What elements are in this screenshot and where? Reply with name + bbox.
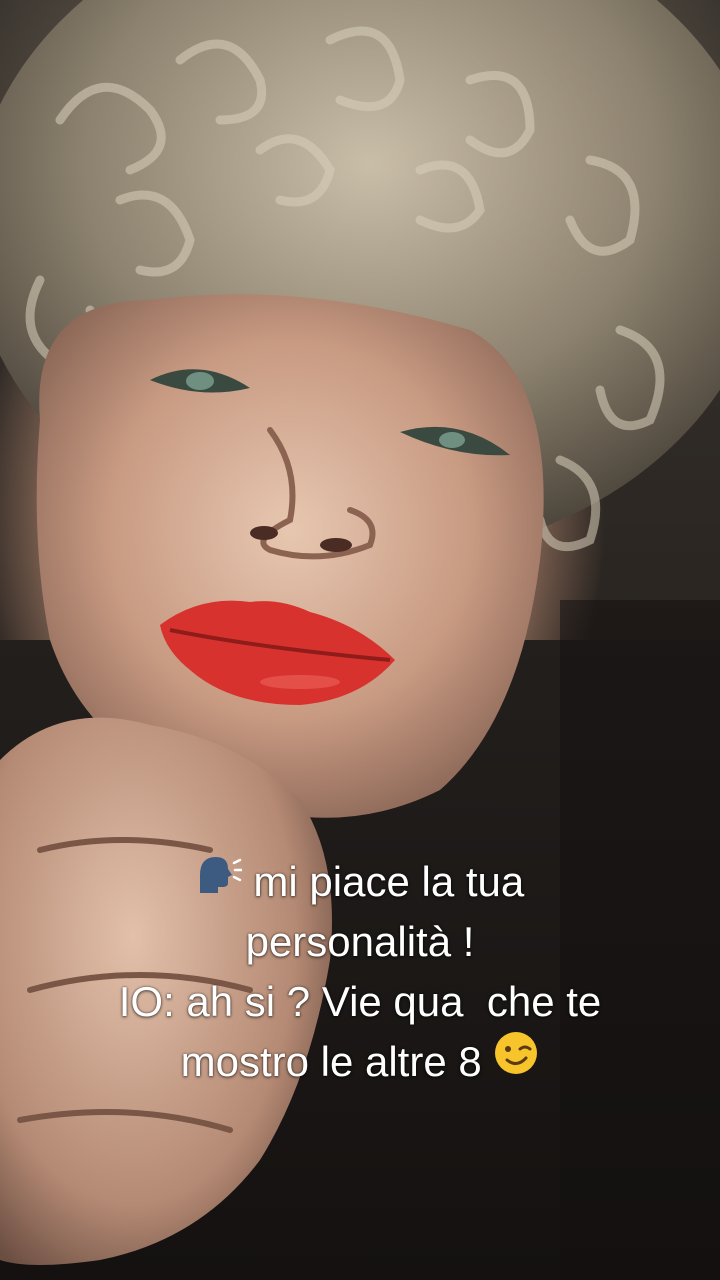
caption-line-2: personalità ! bbox=[245, 918, 475, 965]
winking-face-icon bbox=[493, 1030, 539, 1092]
caption-line-3: IO: ah si ? Vie qua che te bbox=[118, 978, 602, 1025]
video-caption: mi piace la tua personalità ! IO: ah si … bbox=[20, 852, 700, 1092]
caption-line-4: mostro le altre 8 bbox=[20, 1030, 700, 1092]
caption-line-1: mi piace la tua bbox=[20, 852, 700, 912]
video-frame: mi piace la tua personalità ! IO: ah si … bbox=[0, 0, 720, 1280]
speaking-head-icon bbox=[196, 851, 243, 911]
